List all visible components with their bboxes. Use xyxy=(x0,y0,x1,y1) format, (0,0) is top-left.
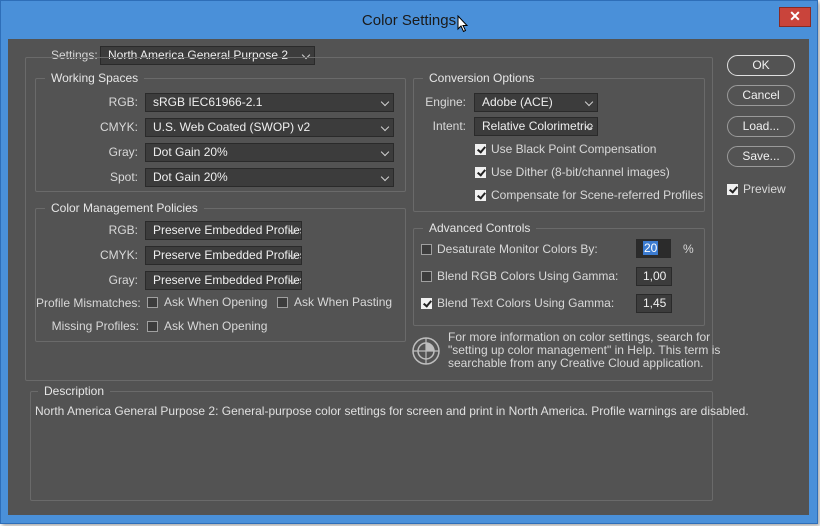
missing-ask-opening-checkbox[interactable] xyxy=(147,321,158,332)
policy-gray-dropdown[interactable]: Preserve Embedded Profiles xyxy=(145,271,302,290)
missing-ask-opening-label: Ask When Opening xyxy=(164,319,268,333)
ws-rgb-label: RGB: xyxy=(108,95,138,109)
blend-text-checkbox[interactable] xyxy=(421,298,432,309)
info-text: For more information on color settings, … xyxy=(448,331,720,370)
ws-spot-value: Dot Gain 20% xyxy=(153,170,228,184)
color-wheel-icon xyxy=(411,336,441,369)
engine-value: Adobe (ACE) xyxy=(482,95,553,109)
mouse-cursor-icon xyxy=(457,14,469,36)
compensate-scene-label: Compensate for Scene-referred Profiles xyxy=(491,188,704,202)
policy-rgb-dropdown[interactable]: Preserve Embedded Profiles xyxy=(145,221,302,240)
ws-cmyk-value: U.S. Web Coated (SWOP) v2 xyxy=(153,120,311,134)
ws-spot-dropdown[interactable]: Dot Gain 20% xyxy=(145,168,394,187)
compensate-scene-checkbox[interactable] xyxy=(475,190,486,201)
info-line-3: searchable from any Creative Cloud appli… xyxy=(448,356,704,370)
chevron-down-icon xyxy=(380,122,390,132)
ws-gray-dropdown[interactable]: Dot Gain 20% xyxy=(145,143,394,162)
description-title: Description xyxy=(38,384,111,398)
policy-cmyk-label: CMYK: xyxy=(99,248,138,262)
ok-button[interactable]: OK xyxy=(727,55,795,76)
percent-label: % xyxy=(683,242,694,256)
ws-gray-value: Dot Gain 20% xyxy=(153,145,228,159)
blend-text-input[interactable]: 1,45 xyxy=(636,294,672,313)
policy-cmyk-dropdown[interactable]: Preserve Embedded Profiles xyxy=(145,246,302,265)
profile-mismatches-label: Profile Mismatches: xyxy=(36,296,141,310)
dialog-body: Settings: North America General Purpose … xyxy=(8,39,809,515)
advanced-controls-title: Advanced Controls xyxy=(423,221,537,235)
blend-rgb-checkbox[interactable] xyxy=(421,271,432,282)
working-spaces-title: Working Spaces xyxy=(45,71,145,85)
conversion-options-title: Conversion Options xyxy=(423,71,541,85)
close-button[interactable]: ✕ xyxy=(779,7,811,27)
save-button[interactable]: Save... xyxy=(727,146,795,167)
description-text: North America General Purpose 2: General… xyxy=(35,404,749,418)
missing-profiles-label: Missing Profiles: xyxy=(51,319,139,333)
ws-rgb-dropdown[interactable]: sRGB IEC61966-2.1 xyxy=(145,93,394,112)
mismatch-ask-pasting-checkbox[interactable] xyxy=(277,297,288,308)
color-settings-window: Color Settings ✕ Settings: North America… xyxy=(0,0,818,524)
mismatch-ask-opening-checkbox[interactable] xyxy=(147,297,158,308)
blend-text-label: Blend Text Colors Using Gamma: xyxy=(437,296,615,310)
policy-cmyk-value: Preserve Embedded Profiles xyxy=(153,248,302,262)
preview-checkbox[interactable] xyxy=(727,184,738,195)
chevron-down-icon xyxy=(584,97,594,107)
policy-gray-label: Gray: xyxy=(108,273,138,287)
policy-rgb-label: RGB: xyxy=(108,223,138,237)
policy-rgb-value: Preserve Embedded Profiles xyxy=(153,223,302,237)
desaturate-value: 20 xyxy=(643,241,659,255)
desaturate-input[interactable]: 20 xyxy=(636,239,671,258)
use-dither-checkbox[interactable] xyxy=(475,167,486,178)
mismatch-ask-opening-label: Ask When Opening xyxy=(164,295,268,309)
load-button[interactable]: Load... xyxy=(727,116,795,137)
ws-cmyk-dropdown[interactable]: U.S. Web Coated (SWOP) v2 xyxy=(145,118,394,137)
desaturate-checkbox[interactable] xyxy=(421,244,432,255)
cancel-button[interactable]: Cancel xyxy=(727,85,795,106)
ws-rgb-value: sRGB IEC61966-2.1 xyxy=(153,95,263,109)
policy-gray-value: Preserve Embedded Profiles xyxy=(153,273,302,287)
policies-title: Color Management Policies xyxy=(45,201,204,215)
use-dither-label: Use Dither (8-bit/channel images) xyxy=(491,165,670,179)
intent-value: Relative Colorimetric xyxy=(482,119,593,133)
desaturate-label: Desaturate Monitor Colors By: xyxy=(437,242,598,256)
chevron-down-icon xyxy=(380,172,390,182)
blend-rgb-value: 1,00 xyxy=(643,269,667,283)
ws-gray-label: Gray: xyxy=(108,145,138,159)
mismatch-ask-pasting-label: Ask When Pasting xyxy=(294,295,393,309)
intent-label: Intent: xyxy=(432,119,466,133)
blend-text-value: 1,45 xyxy=(643,296,667,310)
chevron-down-icon xyxy=(380,147,390,157)
chevron-down-icon xyxy=(380,97,390,107)
black-point-compensation-label: Use Black Point Compensation xyxy=(491,142,657,156)
black-point-compensation-checkbox[interactable] xyxy=(475,144,486,155)
ws-cmyk-label: CMYK: xyxy=(99,120,138,134)
preview-label: Preview xyxy=(743,182,786,196)
intent-dropdown[interactable]: Relative Colorimetric xyxy=(474,117,598,136)
ws-spot-label: Spot: xyxy=(109,170,138,184)
engine-dropdown[interactable]: Adobe (ACE) xyxy=(474,93,598,112)
blend-rgb-label: Blend RGB Colors Using Gamma: xyxy=(437,269,619,283)
engine-label: Engine: xyxy=(425,95,466,109)
window-title: Color Settings xyxy=(361,12,457,29)
title-bar[interactable]: Color Settings ✕ xyxy=(1,1,817,39)
blend-rgb-input[interactable]: 1,00 xyxy=(636,267,672,286)
